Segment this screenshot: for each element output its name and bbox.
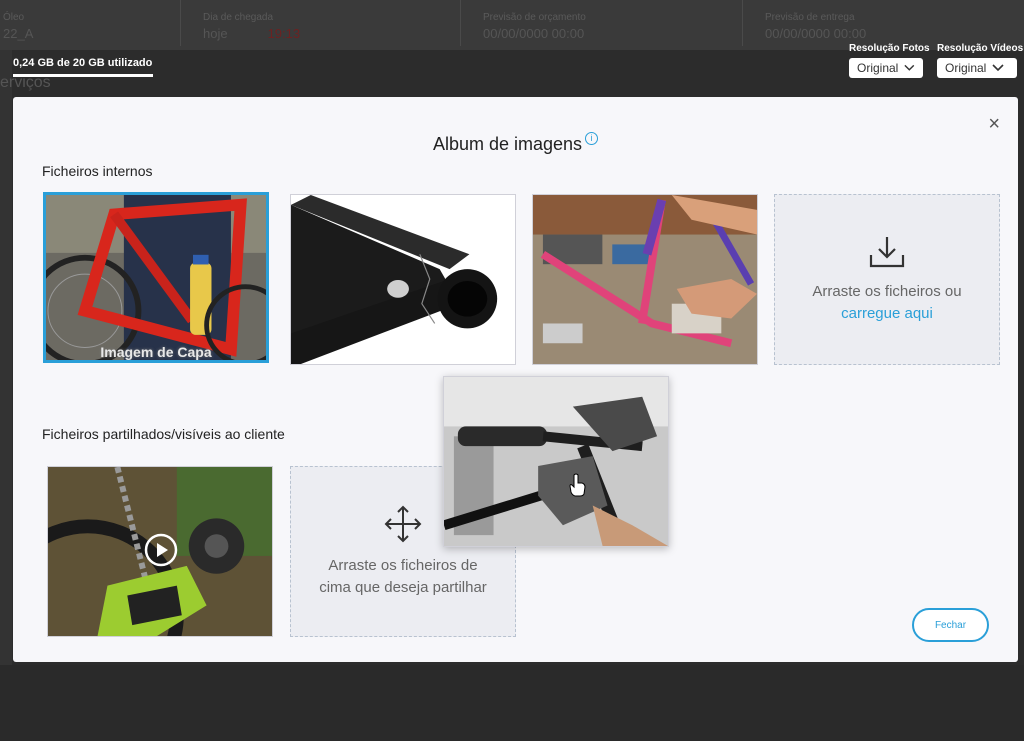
storage-usage-text: 0,24 GB de 20 GB utilizado xyxy=(13,57,153,69)
shared-files-label: Ficheiros partilhados/visíveis ao client… xyxy=(42,426,285,442)
thumbnail-image[interactable] xyxy=(532,194,758,365)
close-button[interactable]: Fechar xyxy=(912,608,989,642)
share-dropzone-text: Arraste os ficheiros de cima que deseja … xyxy=(319,556,487,596)
download-icon xyxy=(869,236,905,267)
broken-frame-photo xyxy=(291,195,515,364)
bg-column-oil: Óleo 22_A xyxy=(0,0,180,46)
upload-dropzone-text: Arraste os ficheiros ou carregue aqui xyxy=(812,281,961,325)
cover-image-label: Imagem de Capa xyxy=(100,344,212,360)
bg-column-budget: Previsão de orçamento 00/00/0000 00:00 xyxy=(460,0,742,46)
close-icon[interactable]: × xyxy=(988,113,1000,136)
storage-usage-bar xyxy=(13,74,153,77)
thumbnail-image[interactable] xyxy=(290,194,516,365)
shared-video-thumbnail[interactable] xyxy=(47,466,273,637)
dragged-image[interactable] xyxy=(443,376,669,547)
photo-resolution-label: Resolução Fotos xyxy=(849,43,930,54)
upload-dropzone[interactable]: Arraste os ficheiros ou carregue aqui xyxy=(774,194,1000,365)
bg-column-arrival: Dia de chegada hoje 19:13 xyxy=(180,0,460,46)
bike-photo-red xyxy=(46,195,266,360)
modal-title: Album de imagens i xyxy=(13,132,1018,155)
internal-files-label: Ficheiros internos xyxy=(42,163,153,179)
video-resolution-select[interactable]: Original xyxy=(937,58,1017,78)
bg-column-delivery: Previsão de entrega 00/00/0000 00:00 xyxy=(742,0,1024,46)
storage-usage-fill xyxy=(13,74,153,77)
handlebar-photo xyxy=(444,377,668,546)
move-icon xyxy=(384,505,422,542)
chevron-down-icon xyxy=(904,64,915,71)
play-icon xyxy=(144,533,178,567)
photo-resolution-select[interactable]: Original xyxy=(849,58,923,78)
chevron-down-icon xyxy=(992,64,1004,72)
thumbnail-cover-image[interactable]: Imagem de Capa xyxy=(43,192,269,363)
background-side xyxy=(0,50,12,740)
upload-link[interactable]: carregue aqui xyxy=(812,303,961,325)
background-bottom xyxy=(0,665,1024,741)
info-icon[interactable]: i xyxy=(585,132,599,145)
workbench-photo xyxy=(533,195,757,364)
video-resolution-label: Resolução Vídeos xyxy=(937,43,1024,54)
hand-cursor-icon xyxy=(569,473,586,497)
